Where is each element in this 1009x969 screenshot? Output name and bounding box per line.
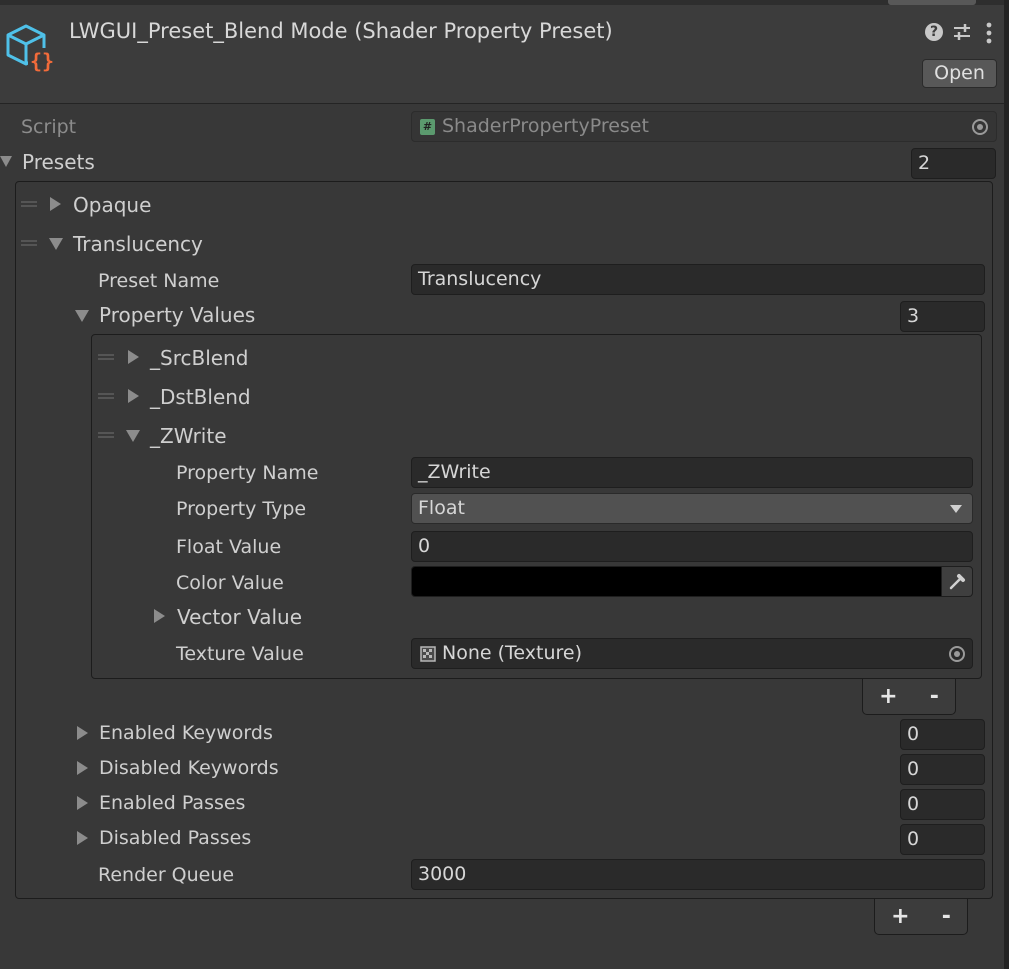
svg-text:{}: {} [30,49,54,73]
shader-preset-asset-icon: {} [6,24,56,73]
script-label: Script [21,116,77,138]
disabled-passes-size-field[interactable]: 0 [900,824,985,855]
enabled-keywords-label[interactable]: Enabled Keywords [99,722,273,744]
presets-label[interactable]: Presets [22,151,95,173]
preset-item-opaque[interactable]: Opaque [73,194,151,216]
property-values-size-field[interactable]: 3 [900,301,985,332]
property-values-foldout-arrow[interactable] [75,310,89,322]
disabled-passes-foldout-arrow[interactable] [77,831,88,845]
srcblend-foldout-arrow[interactable] [128,350,139,364]
enabled-keywords-foldout-arrow[interactable] [77,726,88,740]
texture-value-field[interactable]: None (Texture) [411,638,973,669]
script-value: ShaderPropertyPreset [442,115,649,137]
window-edge [1004,0,1009,969]
object-picker-icon[interactable] [972,119,988,135]
property-values-label[interactable]: Property Values [99,304,255,326]
add-preset-button[interactable]: + [891,904,909,929]
presets-size-field[interactable]: 2 [911,148,996,179]
dropdown-arrow-icon [950,505,962,513]
enabled-passes-foldout-arrow[interactable] [77,796,88,810]
disabled-keywords-foldout-arrow[interactable] [77,761,88,775]
disabled-passes-label[interactable]: Disabled Passes [99,827,251,849]
script-field: # ShaderPropertyPreset [411,111,997,142]
texture-value: None (Texture) [442,642,582,664]
enabled-keywords-size-field[interactable]: 0 [900,719,985,750]
property-item-srcblend[interactable]: _SrcBlend [150,347,248,369]
top-strip-button[interactable] [888,0,976,5]
property-values-footer: + - [862,679,956,715]
help-icon[interactable]: ? [925,23,943,41]
remove-preset-button[interactable]: - [942,904,951,929]
object-picker-icon[interactable] [949,646,965,662]
preset-settings-icon[interactable] [952,22,972,42]
texture-value-label: Texture Value [176,643,304,665]
eyedropper-icon [949,574,965,590]
enabled-passes-label[interactable]: Enabled Passes [99,792,245,814]
property-item-dstblend[interactable]: _DstBlend [150,386,251,408]
preset-name-label: Preset Name [98,270,220,292]
preset-item-translucency[interactable]: Translucency [73,233,203,255]
property-type-dropdown[interactable]: Float [411,493,973,524]
color-value-field[interactable] [411,566,973,597]
dstblend-foldout-arrow[interactable] [128,389,139,403]
top-strip [0,0,1009,5]
presets-foldout-arrow[interactable] [0,156,12,167]
texture-icon [420,646,436,662]
drag-handle[interactable] [98,393,114,399]
disabled-keywords-label[interactable]: Disabled Keywords [99,757,279,779]
header: {} LWGUI_Preset_Blend Mode (Shader Prope… [0,0,1009,104]
float-value-label: Float Value [176,536,282,558]
opaque-foldout-arrow[interactable] [50,197,61,211]
csharp-script-icon: # [420,119,435,135]
property-item-zwrite[interactable]: _ZWrite [150,425,227,447]
preset-name-field[interactable]: Translucency [411,264,985,295]
property-type-label: Property Type [176,498,307,520]
property-name-label: Property Name [176,462,319,484]
eyedropper-button[interactable] [941,567,972,596]
drag-handle[interactable] [98,354,114,360]
property-name-field[interactable]: _ZWrite [411,457,973,488]
render-queue-field[interactable]: 3000 [411,859,985,890]
disabled-keywords-size-field[interactable]: 0 [900,754,985,785]
add-property-button[interactable]: + [879,684,897,709]
vector-value-foldout-arrow[interactable] [154,609,165,623]
enabled-passes-size-field[interactable]: 0 [900,789,985,820]
remove-property-button[interactable]: - [930,684,939,709]
translucency-foldout-arrow[interactable] [49,238,63,250]
vector-value-label[interactable]: Vector Value [177,606,302,628]
presets-footer: + - [874,899,968,935]
drag-handle[interactable] [98,432,114,438]
more-options-icon[interactable] [984,22,994,44]
drag-handle[interactable] [21,240,37,246]
property-type-value: Float [418,497,465,519]
open-button[interactable]: Open [922,59,997,88]
color-value-label: Color Value [176,572,284,594]
drag-handle[interactable] [21,201,37,207]
zwrite-foldout-arrow[interactable] [126,430,140,442]
inspector-title: LWGUI_Preset_Blend Mode (Shader Property… [69,19,613,43]
render-queue-label: Render Queue [98,864,235,886]
float-value-field[interactable]: 0 [411,531,973,562]
